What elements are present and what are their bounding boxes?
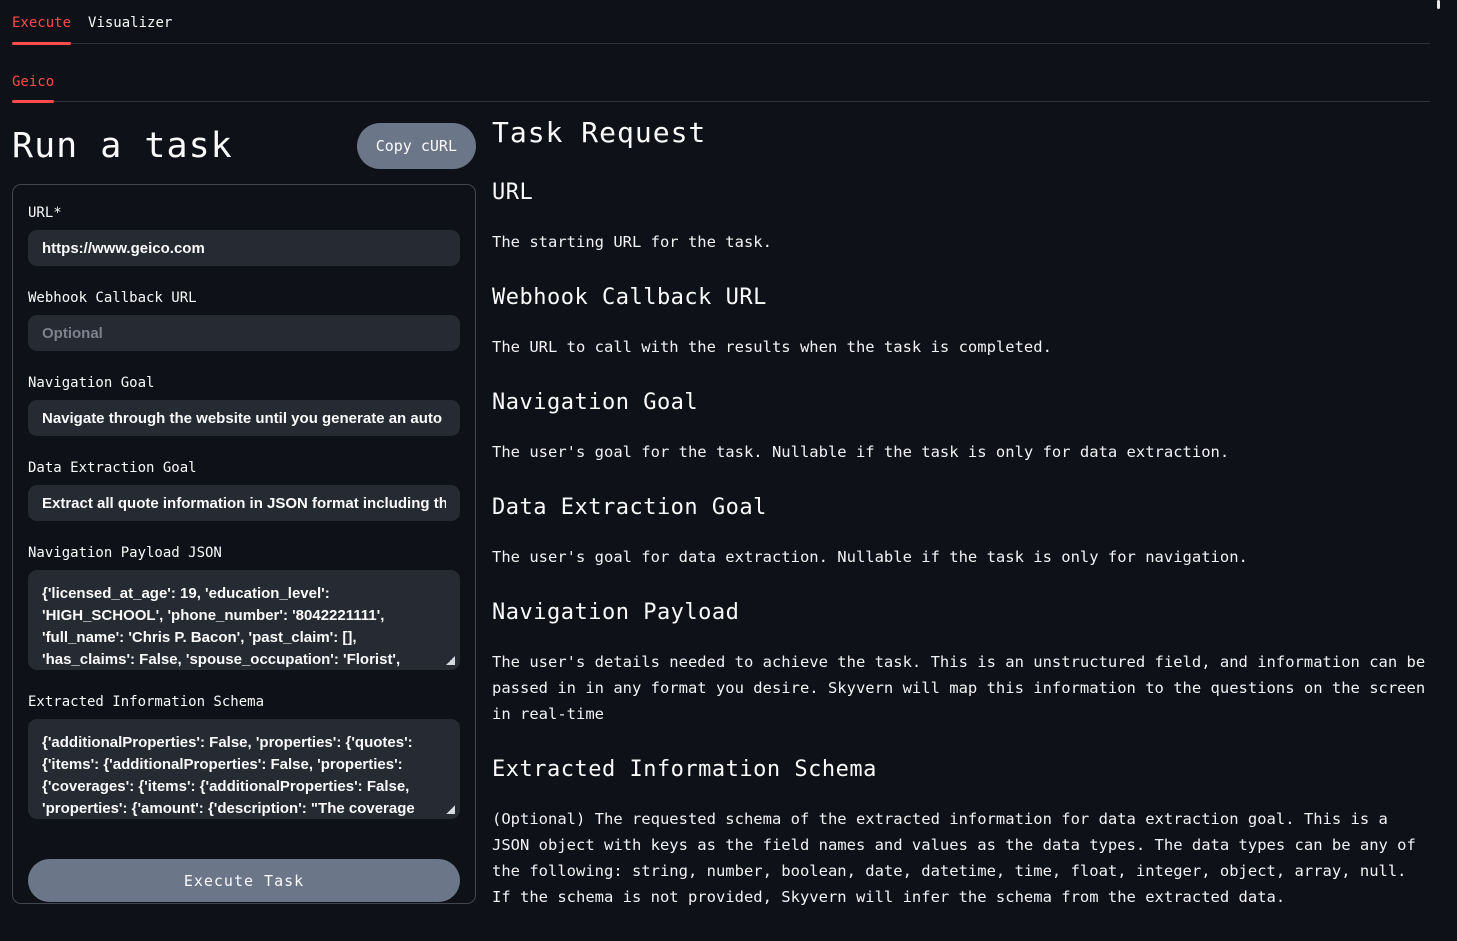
main-tab-bar: Execute Visualizer xyxy=(12,0,1430,44)
tab-geico[interactable]: Geico xyxy=(12,74,54,101)
navigation-goal-label: Navigation Goal xyxy=(28,374,460,392)
navigation-payload-textarea[interactable]: {'licensed_at_age': 19, 'education_level… xyxy=(28,570,460,670)
field-webhook-callback-url: Webhook Callback URL xyxy=(28,289,460,351)
doc-body: The user's goal for the task. Nullable i… xyxy=(492,439,1430,465)
task-request-docs-panel: Task Request URL The starting URL for th… xyxy=(492,102,1430,941)
doc-section-extracted-information-schema: Extracted Information Schema (Optional) … xyxy=(492,758,1430,910)
doc-heading: Webhook Callback URL xyxy=(492,286,1430,310)
extracted-schema-textarea-wrap: {'additionalProperties': False, 'propert… xyxy=(28,719,460,819)
execute-task-button[interactable]: Execute Task xyxy=(28,859,460,902)
navigation-payload-textarea-wrap: {'licensed_at_age': 19, 'education_level… xyxy=(28,570,460,670)
webhook-callback-url-input[interactable] xyxy=(28,315,460,351)
doc-heading: Navigation Payload xyxy=(492,601,1430,625)
resize-handle-icon[interactable] xyxy=(446,656,455,665)
extracted-information-schema-textarea[interactable]: {'additionalProperties': False, 'propert… xyxy=(28,719,460,819)
tab-visualizer[interactable]: Visualizer xyxy=(88,0,172,43)
extracted-information-schema-label: Extracted Information Schema xyxy=(28,693,460,711)
doc-section-url: URL The starting URL for the task. xyxy=(492,181,1430,255)
doc-heading: Extracted Information Schema xyxy=(492,758,1430,782)
doc-section-webhook-callback-url: Webhook Callback URL The URL to call wit… xyxy=(492,286,1430,360)
copy-curl-button[interactable]: Copy cURL xyxy=(357,123,476,169)
doc-body: The user's goal for data extraction. Nul… xyxy=(492,544,1430,570)
resize-handle-icon[interactable] xyxy=(446,805,455,814)
field-data-extraction-goal: Data Extraction Goal xyxy=(28,459,460,521)
task-form-panel: Run a task Copy cURL URL* Webhook Callba… xyxy=(12,102,476,904)
docs-title: Task Request xyxy=(492,118,1430,148)
doc-body: (Optional) The requested schema of the e… xyxy=(492,806,1430,910)
field-url: URL* xyxy=(28,204,460,266)
doc-body: The starting URL for the task. xyxy=(492,229,1430,255)
navigation-payload-json-label: Navigation Payload JSON xyxy=(28,544,460,562)
sub-tab-bar: Geico xyxy=(12,74,1430,102)
main-content: Run a task Copy cURL URL* Webhook Callba… xyxy=(0,102,1457,941)
field-extracted-information-schema: Extracted Information Schema {'additiona… xyxy=(28,693,460,819)
url-input[interactable] xyxy=(28,230,460,266)
data-extraction-goal-input[interactable] xyxy=(28,485,460,521)
doc-section-data-extraction-goal: Data Extraction Goal The user's goal for… xyxy=(492,496,1430,570)
doc-section-navigation-goal: Navigation Goal The user's goal for the … xyxy=(492,391,1430,465)
field-navigation-payload-json: Navigation Payload JSON {'licensed_at_ag… xyxy=(28,544,460,670)
scrollbar-thumb[interactable] xyxy=(1437,0,1440,9)
doc-heading: URL xyxy=(492,181,1430,205)
tab-execute[interactable]: Execute xyxy=(12,0,71,43)
form-header: Run a task Copy cURL xyxy=(12,102,476,184)
doc-section-navigation-payload: Navigation Payload The user's details ne… xyxy=(492,601,1430,727)
doc-body: The user's details needed to achieve the… xyxy=(492,649,1430,727)
doc-heading: Data Extraction Goal xyxy=(492,496,1430,520)
navigation-goal-input[interactable] xyxy=(28,400,460,436)
page-title: Run a task xyxy=(12,126,233,166)
data-extraction-goal-label: Data Extraction Goal xyxy=(28,459,460,477)
task-form-card: URL* Webhook Callback URL Navigation Goa… xyxy=(12,184,476,904)
doc-heading: Navigation Goal xyxy=(492,391,1430,415)
doc-body: The URL to call with the results when th… xyxy=(492,334,1430,360)
field-navigation-goal: Navigation Goal xyxy=(28,374,460,436)
url-label: URL* xyxy=(28,204,460,222)
webhook-callback-url-label: Webhook Callback URL xyxy=(28,289,460,307)
